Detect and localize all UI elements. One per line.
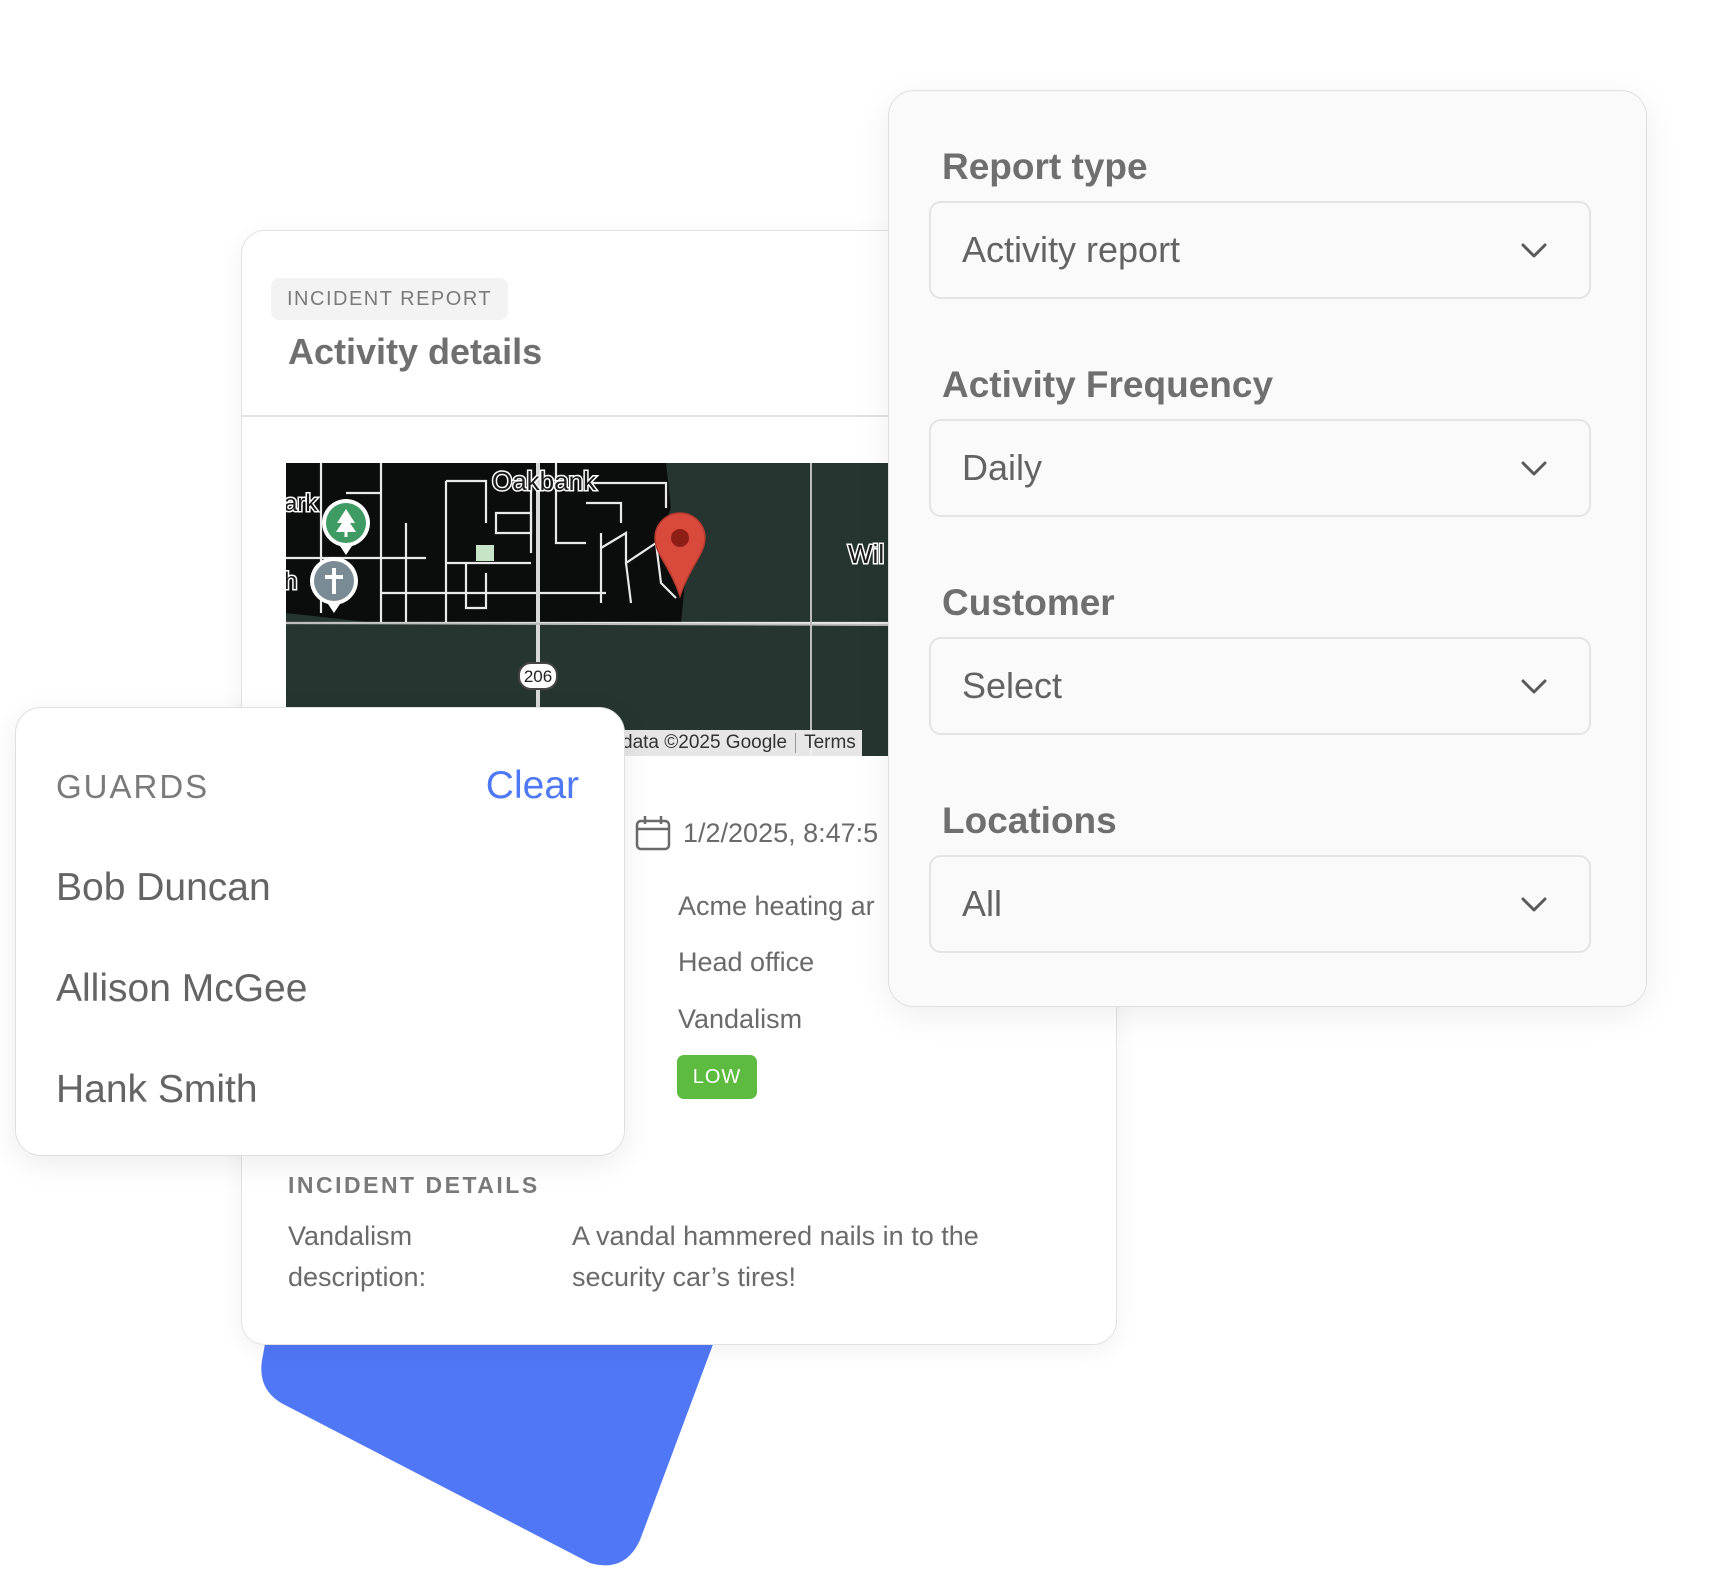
locations-select[interactable]: All [929,855,1591,953]
chevron-down-icon [1521,461,1547,476]
guard-option[interactable]: Bob Duncan [56,866,271,910]
incident-customer: Acme heating ar [678,891,875,921]
guard-option[interactable]: Allison McGee [56,967,307,1011]
map-label-oakbank: Oakbank [492,466,597,496]
customer-select[interactable]: Select [929,637,1591,735]
severity-badge: LOW [677,1055,757,1099]
report-type-select[interactable]: Activity report [929,201,1591,299]
customer-label: Customer [942,582,1115,623]
calendar-icon [635,816,671,851]
activity-frequency-select[interactable]: Daily [929,419,1591,517]
chevron-down-icon [1521,679,1547,694]
report-filters-panel: Report type Activity report Activity Fre… [888,90,1647,1007]
guard-option[interactable]: Hank Smith [56,1068,258,1112]
activity-frequency-value: Daily [962,447,1043,488]
map-data-credit: data ©2025 Google [622,732,788,753]
map-attribution: data ©2025 Google Terms [616,730,862,756]
chevron-down-icon [1521,243,1547,258]
map-label-park: ark [286,490,318,517]
incident-type: Vandalism [678,1004,803,1034]
incident-datetime-text: 1/2/2025, 8:47:5 [683,817,879,848]
clear-guards-button[interactable]: Clear [486,764,579,808]
customer-value: Select [962,665,1063,706]
report-type-label: Report type [942,146,1148,187]
road-shield-label: 206 [524,667,552,686]
description-label: Vandalism description: [288,1221,427,1292]
chevron-down-icon [1521,897,1547,912]
activity-details-title: Activity details [288,331,543,372]
guards-panel: GUARDS Clear Bob Duncan Allison McGee Ha… [15,707,625,1156]
map-label-church: h [286,568,297,595]
incident-report-tag: INCIDENT REPORT [271,278,509,320]
incident-details-heading: INCIDENT DETAILS [288,1172,540,1198]
activity-frequency-label: Activity Frequency [942,364,1274,405]
incident-datetime: 1/2/2025, 8:47:5 [635,815,878,851]
report-type-value: Activity report [962,229,1181,270]
map-terms-link[interactable]: Terms [804,732,856,753]
locations-value: All [962,883,1003,924]
guards-title: GUARDS [56,768,210,805]
incident-location: Head office [678,947,815,977]
locations-label: Locations [942,800,1117,841]
map-label-right: Wil [848,539,884,569]
description-value: A vandal hammered nails in to the securi… [572,1221,979,1292]
